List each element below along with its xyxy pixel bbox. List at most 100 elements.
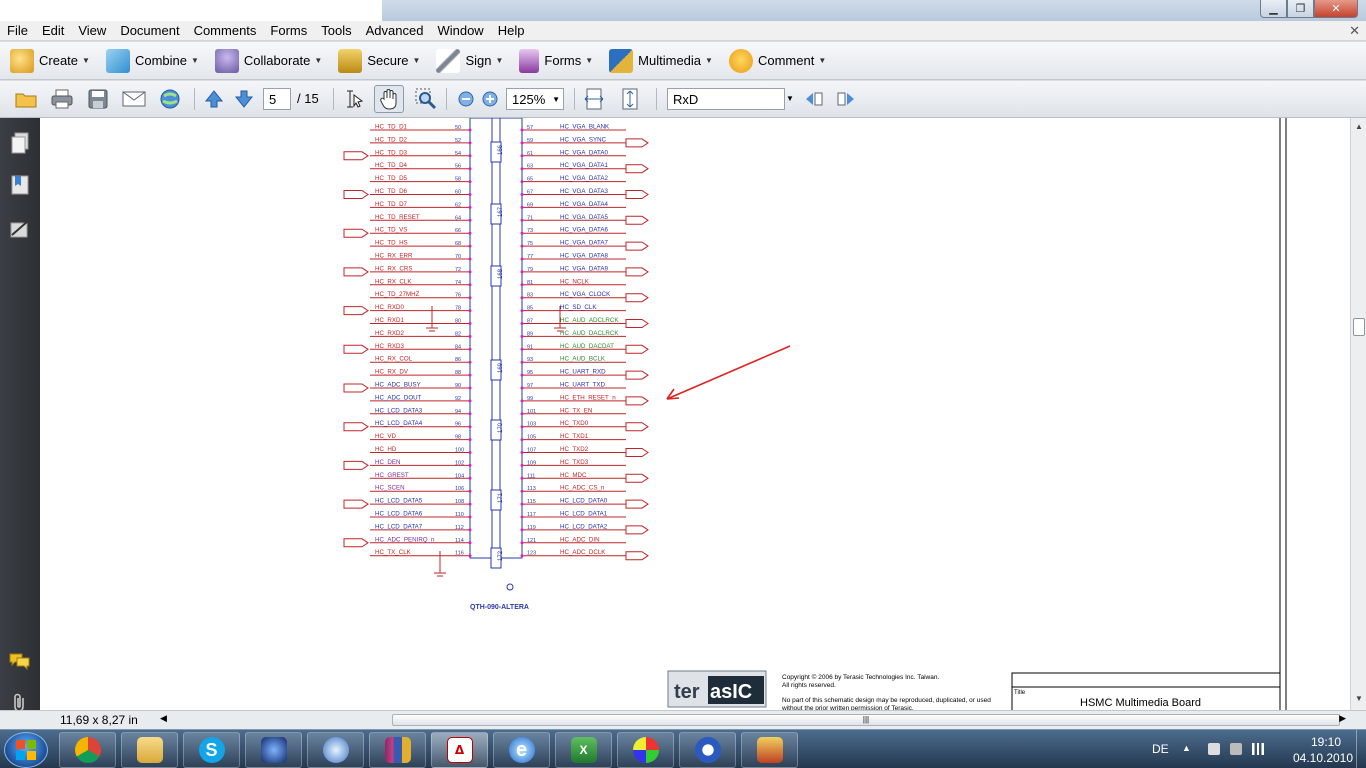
hand-tool-icon[interactable] [374, 85, 404, 113]
minimize-button[interactable]: ▁ [1260, 0, 1287, 18]
toolbar-separator [446, 88, 447, 110]
fit-page-icon[interactable] [618, 87, 642, 111]
menu-edit[interactable]: Edit [35, 23, 71, 38]
find-previous-icon[interactable] [802, 87, 826, 111]
find-input[interactable]: RxD [667, 88, 785, 110]
menu-advanced[interactable]: Advanced [359, 23, 431, 38]
fit-width-icon[interactable] [582, 87, 606, 111]
page-number-input[interactable]: 5 [263, 88, 291, 110]
taskbar-explorer[interactable] [121, 732, 178, 768]
taskbar-excel[interactable]: X [555, 732, 612, 768]
taskbar-winrar[interactable] [369, 732, 426, 768]
menu-view[interactable]: View [71, 23, 113, 38]
taskbar-paint[interactable] [617, 732, 674, 768]
clock-time[interactable]: 19:10 [1298, 735, 1354, 749]
taskbar-app[interactable] [679, 732, 736, 768]
zoom-in-icon[interactable] [478, 87, 502, 111]
pin-number: 68 [455, 241, 461, 247]
net-label: HC_LCD_DATA5 [375, 498, 423, 505]
collaborate-button[interactable]: Collaborate ▼ [214, 48, 322, 73]
collaborate-label: Collaborate [243, 53, 311, 68]
pin-dot [520, 296, 524, 300]
menu-document[interactable]: Document [113, 23, 186, 38]
combine-button[interactable]: Combine ▼ [105, 48, 199, 73]
close-button[interactable]: ✕ [1314, 0, 1358, 18]
document-view[interactable]: 166 167 168 169 170 171 172 QTH-090-ALTERA HC_TD… [40, 118, 1350, 710]
maximize-button[interactable]: ❐ [1287, 0, 1314, 18]
titlebar-blank [0, 0, 382, 21]
open-folder-icon[interactable] [14, 87, 38, 111]
menu-help[interactable]: Help [491, 23, 532, 38]
net-label: HC_TD_27MHZ [375, 291, 420, 298]
taskbar-media[interactable] [245, 732, 302, 768]
close-document-icon[interactable]: ✕ [1349, 23, 1360, 39]
comments-panel-icon[interactable] [9, 650, 31, 672]
print-icon[interactable] [50, 87, 74, 111]
vertical-scrollbar[interactable]: ▲ ▼ [1350, 118, 1366, 710]
pin-number: 71 [527, 215, 533, 221]
zoom-select[interactable]: 125% ▼ [506, 88, 564, 110]
zoom-marquee-icon[interactable] [414, 87, 438, 111]
notice-text: No part of this schematic design may be … [782, 697, 991, 704]
globe-icon[interactable] [158, 87, 182, 111]
zoom-out-icon[interactable] [454, 87, 478, 111]
action-center-icon[interactable] [1208, 743, 1220, 755]
horizontal-scrollbar[interactable]: ||| [392, 714, 1340, 726]
menu-file[interactable]: File [0, 23, 35, 38]
clock-date[interactable]: 04.10.2010 [1292, 751, 1354, 765]
pin-number: 105 [527, 435, 536, 441]
email-icon[interactable] [122, 87, 146, 111]
secure-button[interactable]: Secure ▼ [338, 48, 420, 73]
sign-button[interactable]: Sign ▼ [436, 48, 503, 73]
chevron-down-icon: ▼ [818, 56, 827, 65]
pin-number: 60 [455, 190, 461, 196]
select-cursor-icon[interactable] [342, 87, 366, 111]
previous-page-icon[interactable] [202, 87, 226, 111]
multimedia-button[interactable]: Multimedia ▼ [609, 48, 713, 73]
start-button[interactable] [4, 732, 48, 768]
signatures-icon[interactable] [9, 218, 31, 240]
find-next-icon[interactable] [834, 87, 858, 111]
pages-icon[interactable] [9, 132, 31, 154]
bank-label: 167 [498, 206, 504, 217]
pin-number: 95 [527, 370, 533, 376]
chevron-up-icon[interactable]: ▲ [1182, 743, 1194, 755]
pin-number: 57 [527, 125, 533, 131]
bookmarks-icon[interactable] [9, 174, 31, 196]
scroll-left-icon[interactable]: ◀ [160, 713, 167, 724]
scroll-up-icon[interactable]: ▲ [1353, 122, 1365, 134]
pin-dot [520, 283, 524, 287]
language-indicator[interactable]: DE [1152, 742, 1169, 756]
signal-icon[interactable] [1252, 743, 1264, 755]
show-desktop-button[interactable] [1356, 730, 1366, 768]
taskbar-chrome[interactable] [59, 732, 116, 768]
scrollbar-thumb[interactable] [1353, 318, 1365, 336]
save-icon[interactable] [86, 87, 110, 111]
port-flag [343, 383, 369, 393]
pin-dot [468, 283, 472, 287]
create-button[interactable]: Create ▼ [10, 48, 90, 73]
pin-number: 63 [527, 164, 533, 170]
taskbar-acrobat[interactable]: ᐃ [431, 732, 488, 768]
menu-forms[interactable]: Forms [263, 23, 314, 38]
taskbar-ie[interactable]: e [493, 732, 550, 768]
net-label: HC_RX_ERR [375, 253, 413, 260]
menu-tools[interactable]: Tools [314, 23, 358, 38]
next-page-icon[interactable] [232, 87, 256, 111]
taskbar-skype[interactable]: S [183, 732, 240, 768]
pin-dot [520, 463, 524, 467]
pin-number: 58 [455, 177, 461, 183]
comment-button[interactable]: Comment ▼ [728, 48, 827, 73]
scroll-down-icon[interactable]: ▼ [1353, 694, 1365, 706]
annotation-arrow [666, 345, 791, 400]
scroll-right-icon[interactable]: ▶ [1339, 713, 1346, 724]
taskbar-network[interactable] [741, 732, 798, 768]
collaborate-icon [214, 48, 239, 73]
net-label: HC_TX_CLK [375, 549, 412, 556]
menu-comments[interactable]: Comments [187, 23, 264, 38]
power-icon[interactable] [1230, 743, 1242, 755]
forms-button[interactable]: Forms ▼ [519, 48, 593, 73]
menu-window[interactable]: Window [430, 23, 490, 38]
taskbar-itunes[interactable] [307, 732, 364, 768]
find-dropdown-icon[interactable]: ▼ [786, 94, 794, 103]
